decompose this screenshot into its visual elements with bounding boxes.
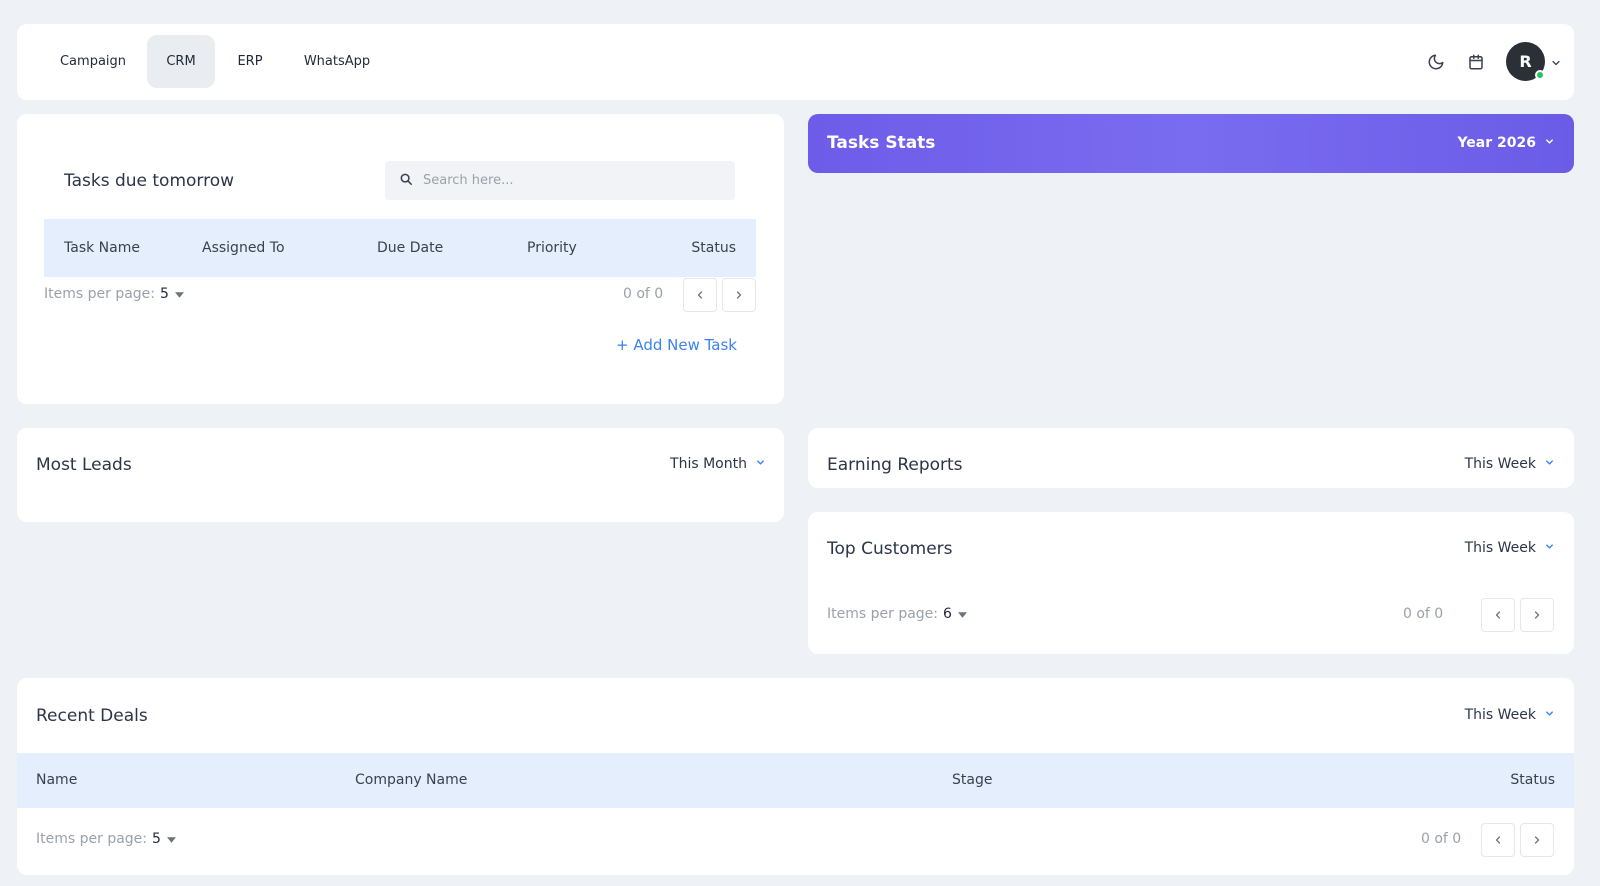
chevron-down-icon[interactable] <box>1550 54 1562 73</box>
column-header: Company Name <box>355 772 468 788</box>
period-value: This Week <box>1464 707 1536 723</box>
tasks-stats-header: Tasks Stats Year 2026 <box>808 114 1574 173</box>
top-customers-card: Top Customers This Week Items per page: … <box>808 512 1574 654</box>
page-size-value: 6 <box>943 606 952 622</box>
column-header: Assigned To <box>202 240 285 256</box>
chevron-down-icon <box>1544 456 1555 472</box>
search-box[interactable] <box>385 161 735 200</box>
earning-reports-card: Earning Reports This Week <box>808 428 1574 488</box>
caret-down-icon <box>166 831 176 847</box>
column-header: Priority <box>527 240 577 256</box>
tab-label: CRM <box>166 54 196 69</box>
tasks-due-card: Tasks due tomorrow Task Name Assigned To… <box>17 114 784 404</box>
period-value: This Week <box>1464 456 1536 472</box>
avatar[interactable]: R <box>1506 42 1545 81</box>
chevron-left-icon <box>1492 606 1504 625</box>
year-select[interactable]: Year 2026 <box>1457 135 1555 151</box>
page-range: 0 of 0 <box>1421 831 1462 847</box>
chevron-right-icon <box>1531 606 1543 625</box>
chevron-down-icon <box>1544 135 1555 151</box>
tab-crm[interactable]: CRM <box>147 35 215 88</box>
most-leads-card: Most Leads This Month <box>17 428 784 522</box>
caret-down-icon <box>174 286 184 302</box>
column-header: Task Name <box>64 240 140 256</box>
column-header: Due Date <box>377 240 444 256</box>
column-header: Name <box>36 772 78 788</box>
period-value: This Week <box>1464 540 1536 556</box>
tab-erp[interactable]: ERP <box>225 35 275 88</box>
page-size-value: 5 <box>160 286 169 302</box>
period-select[interactable]: This Week <box>1465 540 1555 556</box>
card-title: Tasks Stats <box>827 133 936 153</box>
previous-page-button[interactable] <box>683 278 717 312</box>
column-header: Stage <box>952 772 993 788</box>
tab-label: WhatsApp <box>303 54 371 69</box>
column-header: Status <box>1510 772 1555 788</box>
chevron-right-icon <box>1531 831 1543 850</box>
period-select[interactable]: This Week <box>1465 456 1555 472</box>
caret-down-icon <box>957 606 967 622</box>
chevron-down-icon <box>1544 540 1555 556</box>
period-select[interactable]: This Week <box>1465 707 1555 723</box>
previous-page-button[interactable] <box>1481 598 1515 632</box>
card-title: Most Leads <box>36 455 132 475</box>
items-per-page-select[interactable]: 5 <box>152 831 176 847</box>
tab-label: ERP <box>237 54 263 69</box>
recent-deals-card: Recent Deals This Week Name Company Name… <box>17 678 1574 875</box>
period-value: Year 2026 <box>1457 135 1536 151</box>
next-page-button[interactable] <box>1520 598 1554 632</box>
online-status-dot <box>1535 70 1545 80</box>
items-per-page-select[interactable]: 6 <box>943 606 967 622</box>
avatar-initial: R <box>1519 52 1532 71</box>
items-per-page-label: Items per page: <box>827 606 939 622</box>
items-per-page-select[interactable]: 5 <box>160 286 184 302</box>
tab-campaign[interactable]: Campaign <box>47 35 139 88</box>
search-icon <box>399 171 413 190</box>
card-title: Top Customers <box>827 539 953 559</box>
page-range: 0 of 0 <box>623 286 664 302</box>
chevron-down-icon <box>1544 707 1555 723</box>
period-select[interactable]: This Month <box>670 456 766 472</box>
tab-label: Campaign <box>59 54 127 69</box>
card-title: Tasks due tomorrow <box>64 171 235 191</box>
period-value: This Month <box>670 456 747 472</box>
card-title: Recent Deals <box>36 706 148 726</box>
calendar-icon[interactable] <box>1462 48 1490 76</box>
tab-whatsapp[interactable]: WhatsApp <box>285 35 389 88</box>
chevron-left-icon <box>1492 831 1504 850</box>
page-size-value: 5 <box>152 831 161 847</box>
moon-icon[interactable] <box>1422 48 1450 76</box>
chevron-left-icon <box>694 286 706 305</box>
previous-page-button[interactable] <box>1481 823 1515 857</box>
add-new-task-link[interactable]: + Add New Task <box>616 336 737 354</box>
search-input[interactable] <box>423 173 713 188</box>
next-page-button[interactable] <box>1520 823 1554 857</box>
top-navbar: Campaign CRM ERP WhatsApp R <box>17 24 1574 100</box>
chevron-down-icon <box>755 456 766 472</box>
items-per-page-label: Items per page: <box>36 831 148 847</box>
page-range: 0 of 0 <box>1403 606 1444 622</box>
chevron-right-icon <box>733 286 745 305</box>
items-per-page-label: Items per page: <box>44 286 156 302</box>
card-title: Earning Reports <box>827 455 963 475</box>
column-header: Status <box>691 240 736 256</box>
next-page-button[interactable] <box>722 278 756 312</box>
table-header: Name Company Name Stage Status <box>17 753 1574 808</box>
table-header: Task Name Assigned To Due Date Priority … <box>44 219 756 277</box>
